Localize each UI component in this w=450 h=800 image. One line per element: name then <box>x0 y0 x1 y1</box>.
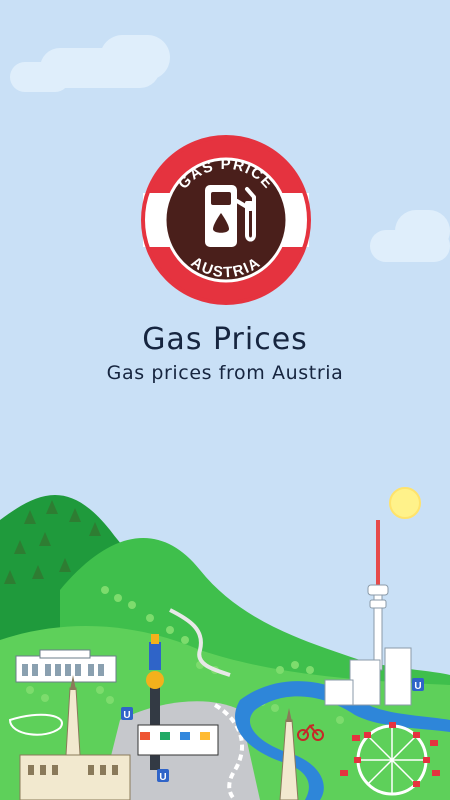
splash-screen: GAS PRICE AUSTRIA Gas Prices Gas prices … <box>0 0 450 800</box>
vienna-landscape-illustration: U U U <box>0 487 450 800</box>
cloud <box>100 35 170 80</box>
app-title: Gas Prices <box>142 322 308 357</box>
app-subtitle: Gas prices from Austria <box>106 362 344 384</box>
subway-sign: U <box>412 678 424 692</box>
app-logo: GAS PRICE AUSTRIA <box>141 135 311 305</box>
subway-sign-label: U <box>159 772 166 783</box>
subway-sign-label: U <box>414 681 421 692</box>
sun-icon <box>389 487 421 519</box>
subway-sign-label: U <box>123 710 130 721</box>
subway-sign: U <box>157 769 169 783</box>
gas-price-austria-badge: GAS PRICE AUSTRIA <box>141 135 311 305</box>
building-block <box>137 724 219 756</box>
cloud <box>10 62 70 92</box>
subway-sign: U <box>121 707 133 721</box>
cloud <box>395 210 450 252</box>
